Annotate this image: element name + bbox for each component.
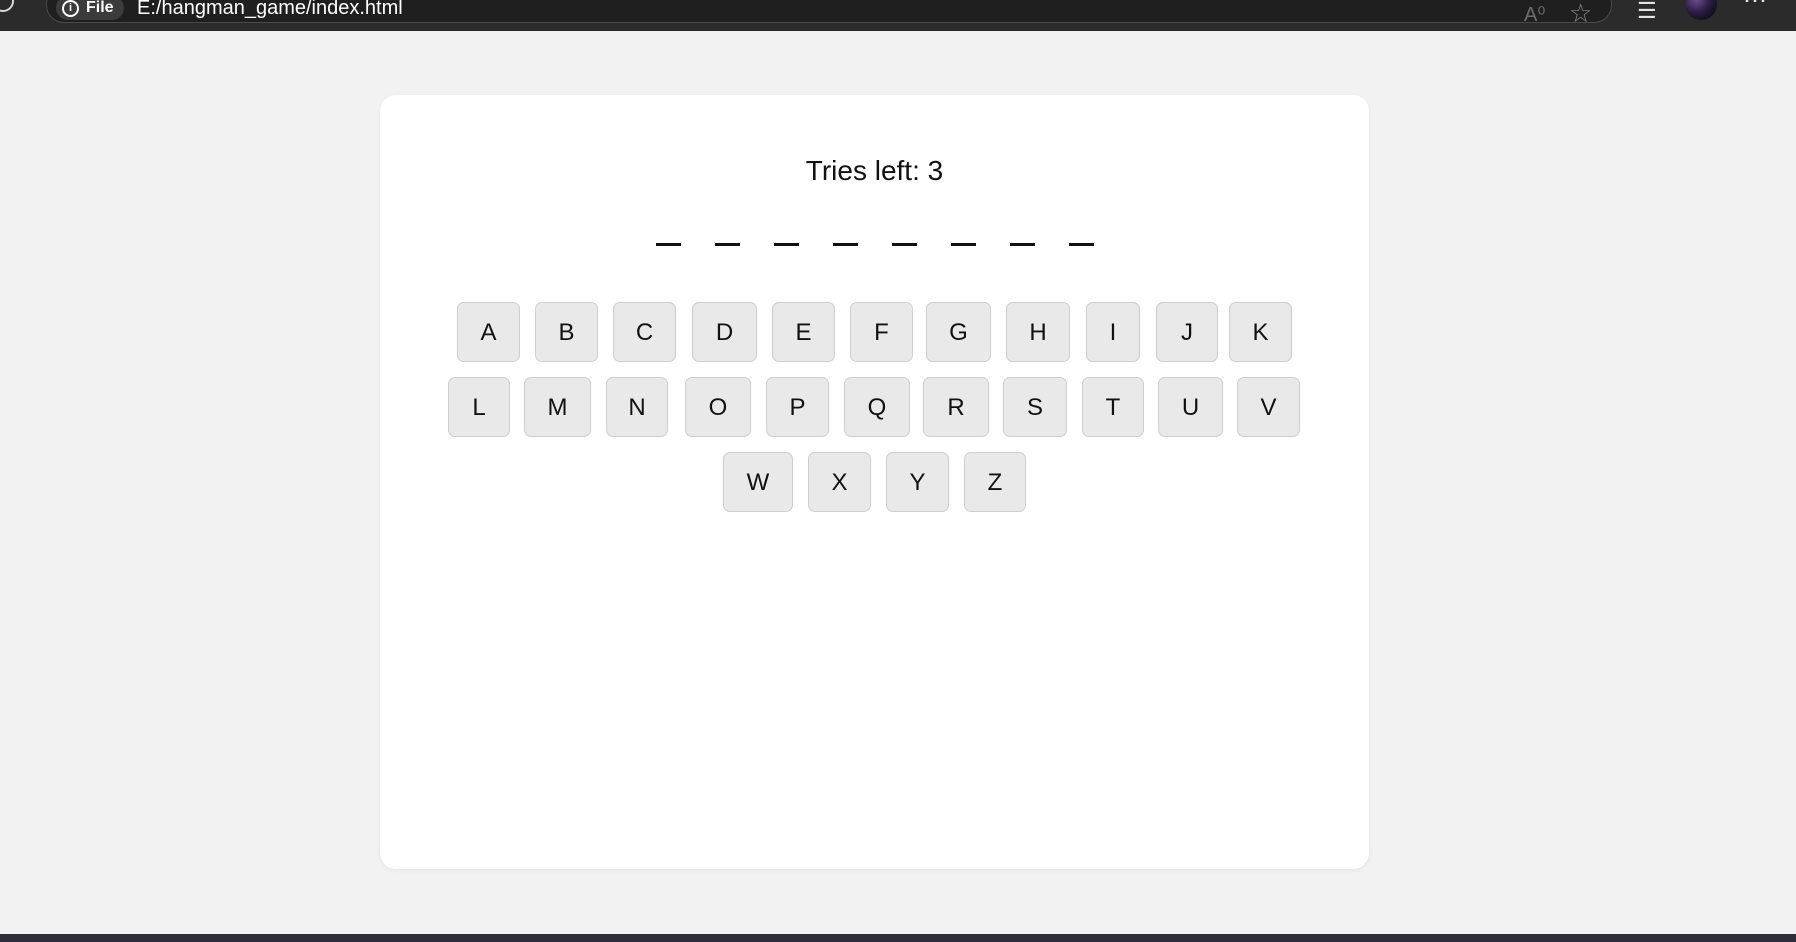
info-icon: i [62, 0, 79, 17]
site-info-label: File [86, 0, 114, 16]
letter-key-c[interactable]: C [613, 302, 676, 362]
taskbar-edge [0, 934, 1796, 942]
address-bar[interactable]: i File E:/hangman_game/index.html [46, 0, 1612, 23]
word-letter-slot [832, 243, 858, 246]
star-icon[interactable]: ☆ [1569, 0, 1592, 26]
letter-key-h[interactable]: H [1006, 302, 1070, 362]
letter-key-a[interactable]: A [457, 302, 520, 362]
letter-key-g[interactable]: G [926, 302, 991, 362]
collections-icon[interactable]: ☰ [1637, 0, 1657, 22]
letter-key-i[interactable]: I [1086, 302, 1140, 362]
site-info-button[interactable]: i File [56, 0, 124, 20]
letter-key-s[interactable]: S [1003, 377, 1067, 437]
read-aloud-icon[interactable]: A⁰ [1524, 5, 1545, 25]
letter-key-b[interactable]: B [535, 302, 598, 362]
word-letter-slot [1009, 243, 1035, 246]
letter-key-r[interactable]: R [923, 377, 989, 437]
word-letter-slot [1068, 243, 1094, 246]
letter-key-m[interactable]: M [524, 377, 591, 437]
word-display [380, 243, 1369, 246]
word-letter-slot [891, 243, 917, 246]
word-letter-slot [773, 243, 799, 246]
letter-key-w[interactable]: W [723, 452, 793, 512]
letter-key-e[interactable]: E [772, 302, 835, 362]
letter-key-k[interactable]: K [1229, 302, 1292, 362]
letter-key-x[interactable]: X [808, 452, 871, 512]
browser-toolbar: i File E:/hangman_game/index.html A⁰ ☆ ☰… [0, 0, 1796, 31]
letter-key-u[interactable]: U [1158, 377, 1223, 437]
hangman-card: Tries left: 3 ABCDEFGHIJK LMNOPQRSTUV WXYZ [380, 95, 1369, 869]
letter-key-q[interactable]: Q [844, 377, 910, 437]
word-letter-slot [950, 243, 976, 246]
letter-key-o[interactable]: O [685, 377, 751, 437]
word-letter-slot [714, 243, 740, 246]
word-letter-slot [655, 243, 681, 246]
more-icon[interactable]: ⋯ [1743, 0, 1768, 13]
url-text[interactable]: E:/hangman_game/index.html [137, 0, 403, 20]
letter-key-z[interactable]: Z [964, 452, 1026, 512]
letter-key-n[interactable]: N [606, 377, 668, 437]
letter-key-v[interactable]: V [1237, 377, 1300, 437]
letter-key-l[interactable]: L [448, 377, 510, 437]
letter-key-j[interactable]: J [1156, 302, 1218, 362]
letter-key-t[interactable]: T [1082, 377, 1144, 437]
avatar[interactable] [1685, 0, 1717, 20]
letter-key-d[interactable]: D [692, 302, 757, 362]
reload-icon[interactable] [0, 0, 14, 12]
letter-key-p[interactable]: P [766, 377, 829, 437]
letter-key-y[interactable]: Y [886, 452, 949, 512]
letter-key-f[interactable]: F [850, 302, 913, 362]
tries-left: Tries left: 3 [805, 155, 944, 186]
